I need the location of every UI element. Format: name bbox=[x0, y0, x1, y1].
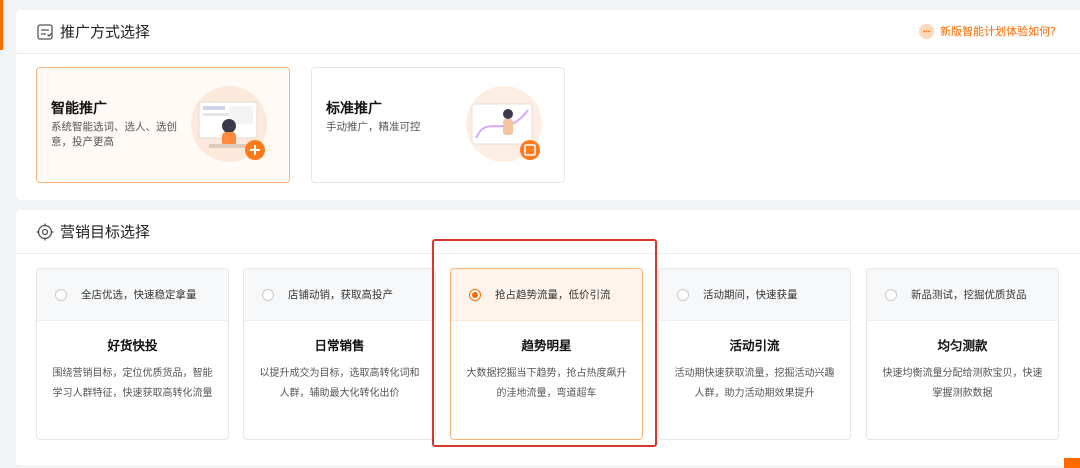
feedback-link[interactable]: 新版智能计划体验如何? bbox=[919, 23, 1056, 39]
promo-card-desc: 系统智能选词、选人、选创意，投产更高 bbox=[51, 121, 177, 148]
goal-radio[interactable] bbox=[262, 288, 274, 301]
goal-tag: 店铺动销，获取高投产 bbox=[288, 289, 393, 301]
promo-card-standard[interactable]: 标准推广 手动推广，精准可控 bbox=[311, 67, 565, 183]
goal-radio[interactable] bbox=[55, 288, 67, 301]
goal-tag: 活动期间，快速获量 bbox=[703, 289, 798, 301]
goal-desc: 快速均衡流量分配给测款宝贝，快速掌握测款数据 bbox=[882, 368, 1043, 399]
goal-card-good-goods[interactable]: 全店优选，快速稳定拿量 好货快投 围绕营销目标，定位优质货品，智能学习人群特征，… bbox=[36, 268, 229, 440]
goal-card-header: 店铺动销，获取高投产 bbox=[244, 269, 435, 321]
target-icon bbox=[36, 223, 54, 241]
goal-desc: 活动期快速获取流量，挖掘活动兴趣人群，助力活动期效果提升 bbox=[674, 368, 835, 399]
goal-card-header: 活动期间，快速获量 bbox=[659, 269, 850, 321]
goal-card-balanced-test[interactable]: 新品测试，挖掘优质货品 均匀测款 快速均衡流量分配给测款宝贝，快速掌握测款数据 bbox=[866, 268, 1059, 440]
goal-radio[interactable] bbox=[677, 288, 689, 301]
chat-bubble-icon bbox=[919, 23, 935, 39]
goal-radio[interactable] bbox=[885, 288, 897, 301]
goal-card-header: 新品测试，挖掘优质货品 bbox=[867, 269, 1058, 321]
marketing-goal-title: 营销目标选择 bbox=[60, 223, 151, 241]
promo-method-panel: 推广方式选择 新版智能计划体验如何? 智能推广 系统智能选词、选人、选创意，投产… bbox=[16, 10, 1080, 200]
highlight-annotation-box bbox=[432, 239, 657, 447]
promo-method-title: 推广方式选择 bbox=[60, 23, 151, 41]
goal-card-header: 全店优选，快速稳定拿量 bbox=[37, 269, 228, 321]
promo-card-title: 标准推广 bbox=[326, 101, 382, 117]
left-accent-bar bbox=[0, 0, 3, 50]
goal-tag: 新品测试，挖掘优质货品 bbox=[911, 289, 1027, 301]
goal-desc: 围绕营销目标，定位优质货品，智能学习人群特征，快速获取高转化流量 bbox=[52, 368, 213, 399]
goal-name: 活动引流 bbox=[729, 338, 780, 353]
checklist-icon bbox=[36, 23, 54, 41]
goal-tag: 全店优选，快速稳定拿量 bbox=[81, 289, 197, 301]
promo-card-desc: 手动推广，精准可控 bbox=[326, 121, 421, 133]
right-accent-bar bbox=[1064, 458, 1080, 468]
feedback-link-label: 新版智能计划体验如何? bbox=[940, 25, 1056, 38]
goal-card-event-traffic[interactable]: 活动期间，快速获量 活动引流 活动期快速获取流量，挖掘活动兴趣人群，助力活动期效… bbox=[658, 268, 851, 440]
promo-card-smart[interactable]: 智能推广 系统智能选词、选人、选创意，投产更高 bbox=[36, 67, 290, 183]
goal-card-daily-sales[interactable]: 店铺动销，获取高投产 日常销售 以提升成交为目标，选取高转化词和人群，辅助最大化… bbox=[243, 268, 436, 440]
goal-name: 均匀测款 bbox=[937, 338, 988, 353]
standard-promo-illustration bbox=[464, 82, 548, 166]
smart-promo-illustration bbox=[189, 82, 273, 166]
goal-name: 好货快投 bbox=[107, 338, 158, 353]
promo-card-title: 智能推广 bbox=[51, 101, 107, 117]
goal-desc: 以提升成交为目标，选取高转化词和人群，辅助最大化转化出价 bbox=[259, 368, 420, 399]
goal-name: 日常销售 bbox=[314, 338, 365, 353]
